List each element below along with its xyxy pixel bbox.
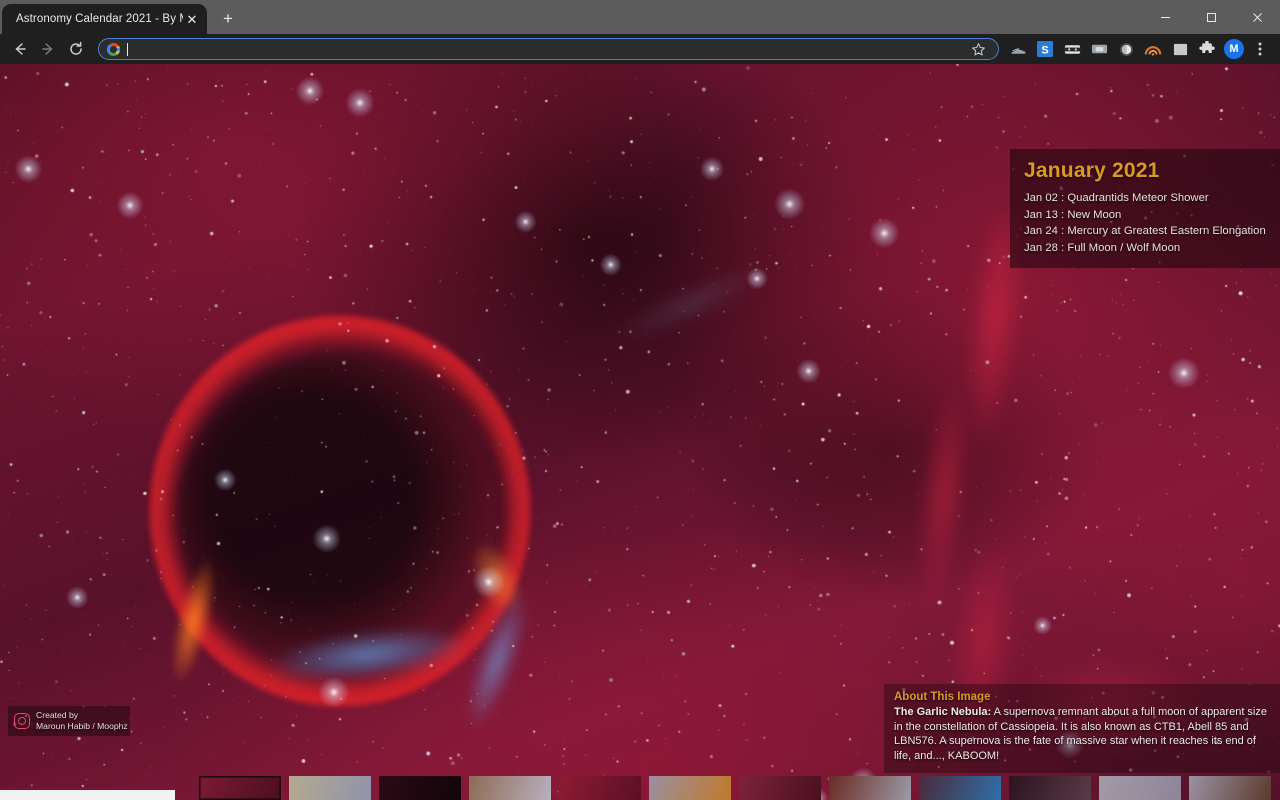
reload-icon[interactable] bbox=[62, 35, 90, 63]
credit-line-2: Maroun Habib / Moophz bbox=[36, 721, 128, 731]
puzzle-extensions-icon[interactable] bbox=[1194, 36, 1220, 62]
month-event-item: Jan 24 : Mercury at Greatest Eastern Elo… bbox=[1024, 225, 1266, 237]
month-events-panel: January 2021 Jan 02 : Quadrantids Meteor… bbox=[1010, 149, 1280, 268]
thumb-march[interactable] bbox=[379, 776, 461, 800]
back-arrow-icon[interactable] bbox=[6, 35, 34, 63]
credit-text: Created by Maroun Habib / Moophz bbox=[36, 710, 128, 732]
three-dot-menu-icon[interactable] bbox=[1248, 41, 1272, 57]
page-viewport: January 2021 Jan 02 : Quadrantids Meteor… bbox=[0, 64, 1280, 800]
tab-title: Astronomy Calendar 2021 - By Mooph bbox=[16, 13, 183, 25]
camera-extension-icon[interactable] bbox=[1086, 36, 1112, 62]
close-window-button[interactable] bbox=[1234, 0, 1280, 34]
tab-close-icon[interactable]: ✕ bbox=[183, 10, 201, 28]
google-icon bbox=[107, 42, 120, 56]
thumb-may[interactable] bbox=[559, 776, 641, 800]
bandit-mask-extension-icon[interactable] bbox=[1059, 36, 1085, 62]
profile-avatar[interactable]: M bbox=[1221, 36, 1247, 62]
month-thumbnail-strip bbox=[0, 776, 1280, 800]
month-event-item: Jan 13 : New Moon bbox=[1024, 208, 1122, 221]
extensions-area: S M bbox=[1005, 36, 1274, 62]
thumb-april[interactable] bbox=[469, 776, 551, 800]
about-image-title: About This Image bbox=[894, 691, 991, 703]
new-tab-button[interactable]: + bbox=[215, 6, 241, 32]
window-controls bbox=[1142, 0, 1280, 34]
credit-watermark[interactable]: Created by Maroun Habib / Moophz bbox=[8, 706, 130, 736]
thumb-october[interactable] bbox=[1009, 776, 1091, 800]
address-bar[interactable] bbox=[98, 38, 999, 60]
avatar: M bbox=[1224, 39, 1244, 59]
thumb-august[interactable] bbox=[829, 776, 911, 800]
instagram-icon bbox=[14, 713, 30, 729]
browser-toolbar: S M bbox=[0, 34, 1280, 64]
month-event-item: Jan 02 : Quadrantids Meteor Shower bbox=[1024, 192, 1209, 204]
maximize-button[interactable] bbox=[1188, 0, 1234, 34]
thumb-july[interactable] bbox=[739, 776, 821, 800]
minimize-button[interactable] bbox=[1142, 0, 1188, 34]
thumb-january[interactable] bbox=[199, 776, 281, 800]
bottom-status-strip bbox=[0, 790, 175, 800]
thumb-june[interactable] bbox=[649, 776, 731, 800]
thumb-november[interactable] bbox=[1099, 776, 1181, 800]
svg-text:S: S bbox=[1041, 44, 1048, 56]
tab-strip: Astronomy Calendar 2021 - By Mooph ✕ + bbox=[0, 0, 1280, 34]
month-title: January 2021 bbox=[1024, 159, 1160, 182]
shoe-extension-icon[interactable] bbox=[1005, 36, 1031, 62]
about-image-body: The Garlic Nebula: A supernova remnant a… bbox=[894, 705, 1272, 763]
forward-arrow-icon[interactable] bbox=[34, 35, 62, 63]
thumb-december[interactable] bbox=[1189, 776, 1271, 800]
about-image-subject: The Garlic Nebula: bbox=[894, 706, 992, 718]
browser-window: Astronomy Calendar 2021 - By Mooph ✕ + bbox=[0, 0, 1280, 800]
circle-extension-icon[interactable] bbox=[1113, 36, 1139, 62]
square-extension-icon[interactable] bbox=[1167, 36, 1193, 62]
s-blue-extension-icon[interactable]: S bbox=[1032, 36, 1058, 62]
month-events-list: Jan 02 : Quadrantids Meteor Shower Jan 1… bbox=[1024, 190, 1280, 256]
credit-line-1: Created by bbox=[36, 710, 79, 720]
month-event-item: Jan 28 : Full Moon / Wolf Moon bbox=[1024, 241, 1181, 254]
text-cursor bbox=[127, 42, 128, 56]
browser-tab[interactable]: Astronomy Calendar 2021 - By Mooph ✕ bbox=[2, 4, 207, 34]
star-icon[interactable] bbox=[966, 37, 990, 61]
orange-arc-extension-icon[interactable] bbox=[1140, 36, 1166, 62]
thumb-september[interactable] bbox=[919, 776, 1001, 800]
thumb-february[interactable] bbox=[289, 776, 371, 800]
about-image-panel: About This Image The Garlic Nebula: A su… bbox=[884, 684, 1280, 773]
